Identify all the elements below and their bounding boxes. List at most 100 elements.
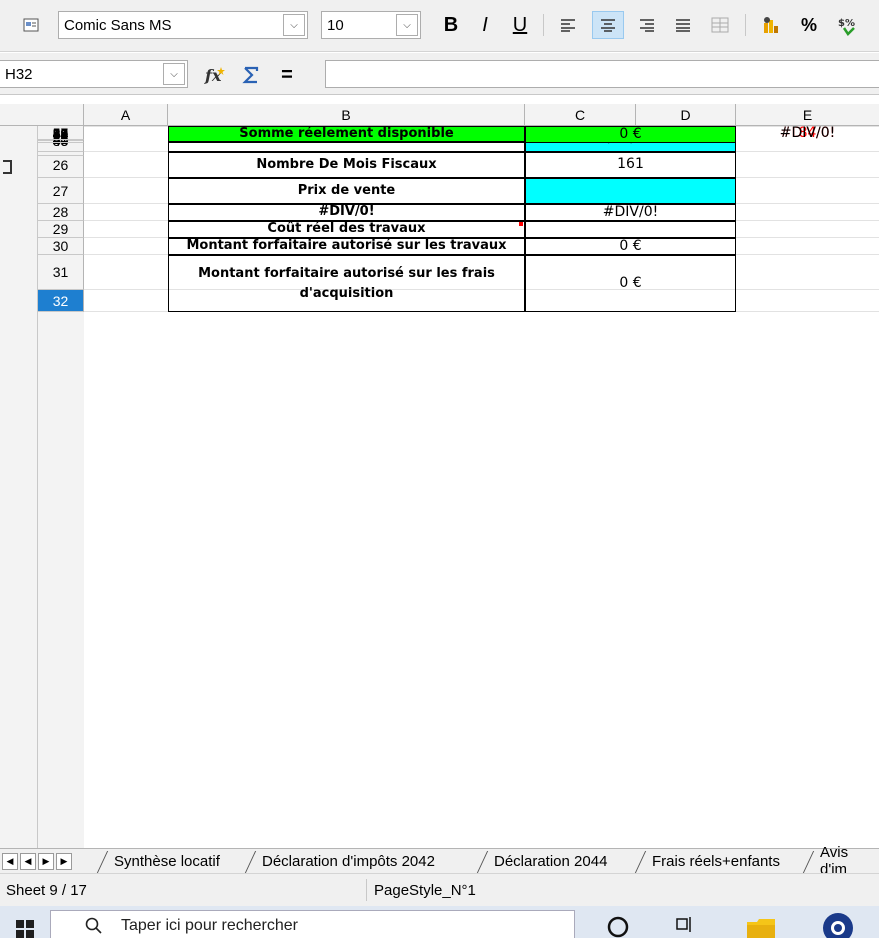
windows-icon <box>16 920 34 938</box>
align-left-button[interactable] <box>553 11 583 39</box>
sum-button[interactable] <box>236 61 266 89</box>
label-cell[interactable]: Coût réel des travaux <box>168 221 525 238</box>
column-label: C <box>574 107 586 123</box>
windows-taskbar: Taper ici pour rechercher <box>0 906 879 938</box>
start-button[interactable] <box>14 918 36 938</box>
row-header[interactable]: 27 <box>38 178 84 204</box>
align-right-icon <box>640 19 654 32</box>
taskbar-search[interactable]: Taper ici pour rechercher <box>50 910 575 938</box>
sheet-tab-bar: ◀ ◀ ▶ ▶ Synthèse locatif Déclaration d'i… <box>0 844 879 878</box>
formula-input[interactable] <box>325 60 879 88</box>
svg-text:fx: fx <box>204 66 222 85</box>
chevron-down-icon[interactable]: ⌵ <box>283 14 305 36</box>
align-center-button[interactable] <box>592 11 624 39</box>
previous-sheet-button[interactable]: ◀ <box>20 853 36 870</box>
value-cell[interactable] <box>525 178 736 204</box>
function-wizard-button[interactable]: fx <box>200 61 230 89</box>
merge-cells-icon <box>711 17 729 33</box>
status-bar: Sheet 9 / 17 PageStyle_N°1 <box>0 873 879 906</box>
chevron-down-icon[interactable]: ⌵ <box>163 63 185 85</box>
sheet-tab-label: Synthèse locatif <box>114 852 220 870</box>
sheet-tab-label: Frais réels+enfants <box>652 852 780 870</box>
task-view-icon <box>676 917 691 932</box>
column-label: E <box>802 107 813 123</box>
status-divider <box>366 879 367 901</box>
row-header[interactable]: 29 <box>38 221 84 238</box>
label-cell[interactable]: Nombre De Mois Fiscaux <box>168 152 525 178</box>
value-cell[interactable]: #DIV/0! <box>736 126 879 141</box>
value-cell[interactable]: 0 € <box>525 255 736 312</box>
label-cell[interactable]: Montant forfaitaire autorisé sur les tra… <box>168 238 525 255</box>
font-name-box[interactable]: Comic Sans MS ⌵ <box>58 11 308 39</box>
comment-indicator[interactable] <box>519 222 523 226</box>
sheet-tab[interactable]: Déclaration 2044 <box>480 849 607 873</box>
column-header-c[interactable]: C <box>525 104 636 126</box>
svg-text:$%: $% <box>838 18 855 29</box>
next-sheet-button[interactable]: ▶ <box>38 853 54 870</box>
value-cell[interactable]: 161 <box>525 152 736 178</box>
sheet-tab[interactable]: Frais réels+enfants <box>638 849 780 873</box>
value-cell[interactable]: #DIV/0! <box>525 204 736 221</box>
row-label: 27 <box>52 182 69 199</box>
sheet-tab-label: Déclaration d'impôts 2042 <box>262 852 435 870</box>
justify-icon <box>676 19 690 32</box>
formula-button[interactable]: = <box>272 61 302 89</box>
column-header-b[interactable]: B <box>168 104 525 126</box>
align-right-button[interactable] <box>632 11 662 39</box>
column-header-a[interactable]: A <box>84 104 168 126</box>
currency-button[interactable] <box>756 11 786 39</box>
row-header[interactable]: 55 <box>38 125 84 141</box>
cortana-button[interactable] <box>605 912 631 938</box>
function-wizard-icon: fx <box>204 66 225 85</box>
row-header[interactable]: 31 <box>38 255 84 290</box>
bold-icon: B <box>443 13 459 36</box>
corner-cell[interactable] <box>38 104 84 126</box>
row-label: 31 <box>52 264 69 280</box>
styles-icon[interactable] <box>18 11 44 39</box>
merge-cells-button[interactable] <box>705 11 735 39</box>
row-label: 26 <box>52 156 69 173</box>
row-header[interactable]: 32 <box>38 290 84 312</box>
column-header-d[interactable]: D <box>636 104 736 126</box>
font-size-value: 10 <box>327 16 344 34</box>
chevron-down-icon[interactable]: ⌵ <box>396 14 418 36</box>
row-header[interactable]: 28 <box>38 204 84 221</box>
label-cell[interactable]: Montant forfaitaire autorisé sur les fra… <box>168 255 525 312</box>
first-sheet-button[interactable]: ◀ <box>2 853 18 870</box>
last-sheet-button[interactable]: ▶ <box>56 853 72 870</box>
sheet-tab[interactable]: Déclaration d'impôts 2042 <box>248 849 435 873</box>
sheet-tab[interactable]: Synthèse locatif <box>100 849 220 873</box>
column-label: B <box>341 107 351 123</box>
underline-button[interactable]: U <box>507 11 533 39</box>
row-headers: 25 26 27 28 29 30 31 32 33 34 35 36 37 38 39 40 41 42 43 44… <box>38 125 84 848</box>
font-size-box[interactable]: 10 ⌵ <box>321 11 421 39</box>
spreadsheet-grid[interactable]: Date de vente01/06/2010Nombre De Mois Fi… <box>84 126 879 848</box>
task-view-button[interactable] <box>672 912 698 938</box>
label-cell[interactable]: #DIV/0! <box>168 204 525 221</box>
row-header[interactable]: 30 <box>38 238 84 255</box>
underline-icon: U <box>512 13 528 36</box>
sheet-tab[interactable]: Avis d'im <box>806 844 879 878</box>
page-style[interactable]: PageStyle_N°1 <box>374 882 476 899</box>
label-cell[interactable]: Prix de vente <box>168 178 525 204</box>
number-format-button[interactable]: $% <box>832 11 866 39</box>
toolbar-separator <box>543 14 544 36</box>
value-cell[interactable] <box>525 221 736 238</box>
outline-collapse-icon[interactable] <box>3 160 12 174</box>
label-cell[interactable]: Somme réelement disponible <box>168 126 525 143</box>
italic-button[interactable]: I <box>472 11 498 39</box>
value-cell[interactable]: 0 € <box>525 126 736 144</box>
column-header-e[interactable]: E <box>736 104 879 126</box>
number-format-icon: $% <box>838 18 855 36</box>
app-button[interactable] <box>820 908 856 938</box>
sheet-indicator: Sheet 9 / 17 <box>6 882 87 899</box>
column-label: A <box>120 107 131 123</box>
file-explorer-button[interactable] <box>745 914 777 938</box>
value-cell[interactable]: 0 € <box>525 238 736 255</box>
bold-button[interactable]: B <box>438 11 464 39</box>
toolbar-separator <box>745 14 746 36</box>
name-box[interactable]: H32 ⌵ <box>0 60 188 88</box>
sigma-icon <box>242 66 259 84</box>
justify-button[interactable] <box>668 11 698 39</box>
percent-button[interactable]: % <box>794 11 824 39</box>
